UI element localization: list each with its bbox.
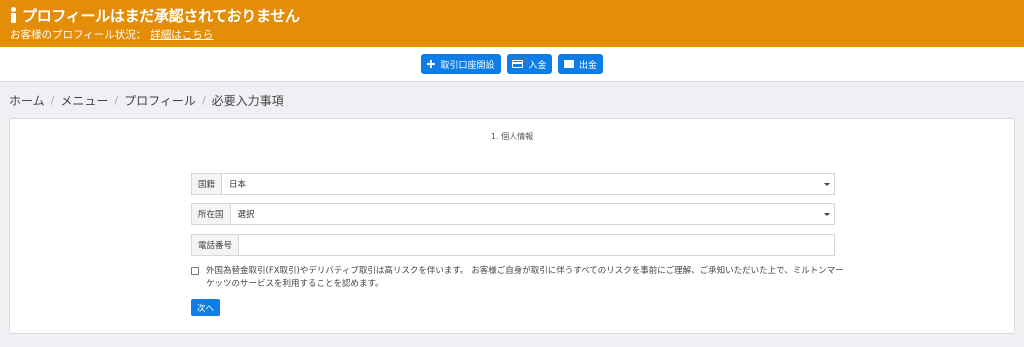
breadcrumb-current: 必要入力事項	[211, 94, 284, 108]
nationality-label: 国籍	[192, 174, 223, 194]
withdraw-button[interactable]: 出金	[558, 54, 603, 74]
breadcrumb-separator: /	[201, 94, 206, 107]
phone-input[interactable]	[239, 235, 834, 255]
breadcrumb: ホーム / メニュー / プロフィール / 必要入力事項	[9, 92, 284, 109]
phone-label: 電話番号	[192, 235, 240, 255]
info-icon	[9, 7, 18, 24]
step-title: 1. 個人情報	[490, 132, 534, 141]
deposit-button[interactable]: 入金	[507, 54, 552, 74]
open-account-label: 取引口座開設	[440, 60, 495, 71]
withdraw-label: 出金	[578, 60, 597, 71]
breadcrumb-home[interactable]: ホーム	[9, 92, 45, 109]
credit-card-icon	[512, 60, 524, 68]
deposit-label: 入金	[528, 60, 547, 71]
approval-warning-banner: プロフィールはまだ承認されておりません お客様のプロフィール状況： 詳細はこちら	[0, 0, 1024, 47]
action-toolbar: 取引口座開設 入金 出金	[0, 47, 1024, 82]
open-trading-account-button[interactable]: 取引口座開設	[421, 54, 501, 74]
breadcrumb-separator: /	[114, 94, 119, 107]
phone-field: 電話番号	[191, 234, 835, 256]
country-value: 選択	[237, 210, 255, 220]
nationality-select[interactable]: 日本	[222, 174, 834, 194]
breadcrumb-menu[interactable]: メニュー	[60, 92, 108, 109]
profile-status-line: お客様のプロフィール状況： 詳細はこちら	[10, 27, 213, 42]
plus-icon	[427, 60, 436, 68]
breadcrumb-separator: /	[50, 94, 55, 107]
caret-down-icon	[824, 183, 830, 186]
details-link[interactable]: 詳細はこちら	[150, 29, 213, 41]
profile-status-label: お客様のプロフィール状況：	[10, 29, 147, 41]
nationality-field: 国籍 日本	[191, 173, 835, 195]
next-button[interactable]: 次へ	[191, 299, 220, 316]
consent-checkbox[interactable]	[191, 267, 199, 275]
consent-text: 外国為替金取引(FX取引)やデリバティブ取引は高リスクを伴います。 お客様ご自身…	[206, 266, 844, 289]
profile-form-panel: 1. 個人情報 国籍 日本 所在国 選択 電話番号 外国為替金取引(FX取引)や…	[9, 118, 1015, 334]
banner-title: プロフィールはまだ承認されておりません	[9, 5, 300, 26]
risk-consent: 外国為替金取引(FX取引)やデリバティブ取引は高リスクを伴います。 お客様ご自身…	[191, 265, 851, 291]
wallet-icon	[563, 60, 574, 68]
country-label: 所在国	[192, 204, 231, 224]
country-select[interactable]: 選択	[231, 204, 834, 224]
nationality-value: 日本	[229, 180, 247, 190]
caret-down-icon	[824, 213, 830, 216]
country-field: 所在国 選択	[191, 203, 835, 225]
breadcrumb-profile[interactable]: プロフィール	[124, 92, 196, 109]
banner-title-text: プロフィールはまだ承認されておりません	[22, 7, 300, 25]
